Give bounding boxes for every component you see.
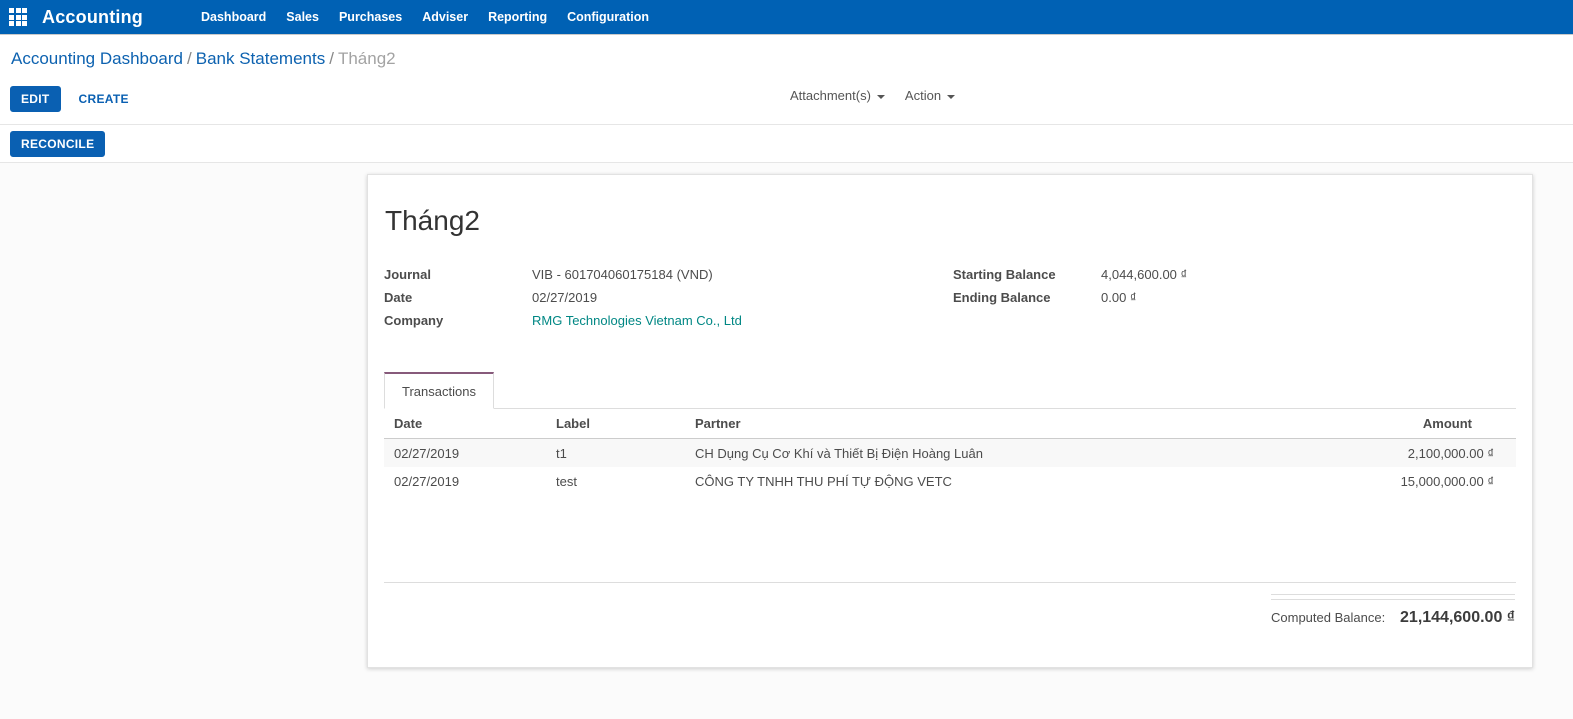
control-panel: Accounting Dashboard/Bank Statements/Thá… bbox=[0, 35, 1573, 125]
breadcrumb-item: Tháng2 bbox=[338, 49, 396, 68]
column-header-date[interactable]: Date bbox=[384, 409, 546, 439]
menu-item-purchases[interactable]: Purchases bbox=[339, 10, 402, 24]
cell-label: t1 bbox=[546, 439, 685, 468]
field-label: Ending Balance bbox=[953, 290, 1101, 305]
cell-amount: 2,100,000.00 ₫ bbox=[1275, 439, 1516, 468]
field-row: CompanyRMG Technologies Vietnam Co., Ltd bbox=[384, 313, 953, 328]
column-header-amount[interactable]: Amount bbox=[1275, 409, 1516, 439]
field-value: 0.00 ₫ bbox=[1101, 290, 1137, 305]
field-value[interactable]: RMG Technologies Vietnam Co., Ltd bbox=[532, 313, 742, 328]
breadcrumb-item[interactable]: Accounting Dashboard bbox=[11, 49, 183, 68]
reconcile-button[interactable]: RECONCILE bbox=[10, 131, 105, 157]
divider bbox=[1271, 599, 1515, 600]
tab-transactions[interactable]: Transactions bbox=[384, 372, 494, 409]
field-row: Starting Balance4,044,600.00 ₫ bbox=[953, 267, 1516, 282]
field-label: Date bbox=[384, 290, 532, 305]
top-menu: Dashboard Sales Purchases Adviser Reporting C… bbox=[191, 10, 659, 24]
breadcrumb: Accounting Dashboard/Bank Statements/Thá… bbox=[11, 48, 1573, 70]
cell-amount: 15,000,000.00 ₫ bbox=[1275, 467, 1516, 495]
cell-date: 02/27/2019 bbox=[384, 439, 546, 468]
column-header-label[interactable]: Label bbox=[546, 409, 685, 439]
apps-grid-icon[interactable] bbox=[9, 8, 27, 26]
tab-strip: Transactions bbox=[384, 372, 1516, 409]
column-header-partner[interactable]: Partner bbox=[685, 409, 1275, 439]
field-value: VIB - 601704060175184 (VND) bbox=[532, 267, 713, 282]
field-row: Date02/27/2019 bbox=[384, 290, 953, 305]
action-dropdown[interactable]: Action bbox=[905, 88, 955, 103]
top-navbar: Accounting Dashboard Sales Purchases Advise… bbox=[0, 0, 1573, 35]
field-group-left: JournalVIB - 601704060175184 (VND)Date02… bbox=[384, 267, 953, 336]
field-groups: JournalVIB - 601704060175184 (VND)Date02… bbox=[384, 267, 1516, 336]
edit-button[interactable]: EDIT bbox=[10, 86, 61, 112]
field-label: Starting Balance bbox=[953, 267, 1101, 282]
menu-item-configuration[interactable]: Configuration bbox=[567, 10, 649, 24]
notebook: Transactions DateLabelPartnerAmount 02/2… bbox=[384, 372, 1516, 583]
cell-date: 02/27/2019 bbox=[384, 467, 546, 495]
breadcrumb-separator: / bbox=[187, 49, 192, 68]
table-row[interactable]: 02/27/2019t1CH Dụng Cụ Cơ Khí và Thiết B… bbox=[384, 439, 1516, 468]
breadcrumb-item[interactable]: Bank Statements bbox=[196, 49, 325, 68]
table-header-row: DateLabelPartnerAmount bbox=[384, 409, 1516, 439]
computed-balance-label: Computed Balance: bbox=[1271, 610, 1385, 625]
transactions-table: DateLabelPartnerAmount 02/27/2019t1CH Dụ… bbox=[384, 409, 1516, 583]
field-row: Ending Balance0.00 ₫ bbox=[953, 290, 1516, 305]
create-button[interactable]: CREATE bbox=[75, 87, 133, 111]
field-group-right: Starting Balance4,044,600.00 ₫Ending Bal… bbox=[953, 267, 1516, 336]
field-row: JournalVIB - 601704060175184 (VND) bbox=[384, 267, 953, 282]
app-title: Accounting bbox=[42, 7, 143, 28]
caret-down-icon bbox=[947, 95, 955, 99]
field-value: 02/27/2019 bbox=[532, 290, 597, 305]
caret-down-icon bbox=[877, 95, 885, 99]
table-body: 02/27/2019t1CH Dụng Cụ Cơ Khí và Thiết B… bbox=[384, 439, 1516, 496]
table-row[interactable]: 02/27/2019testCÔNG TY TNHH THU PHÍ TỰ ĐỘ… bbox=[384, 467, 1516, 495]
attachments-dropdown-label: Attachment(s) bbox=[790, 88, 871, 103]
field-label: Journal bbox=[384, 267, 532, 282]
sheet-footer: Computed Balance: 21,144,600.00 ₫ bbox=[384, 590, 1516, 627]
form-sheet: Tháng2 JournalVIB - 601704060175184 (VND… bbox=[367, 174, 1533, 668]
field-label: Company bbox=[384, 313, 532, 328]
record-title: Tháng2 bbox=[385, 205, 1516, 237]
form-statusbar: RECONCILE bbox=[0, 125, 1573, 163]
computed-balance-value: 21,144,600.00 ₫ bbox=[1400, 609, 1515, 627]
breadcrumb-separator: / bbox=[329, 49, 334, 68]
attachments-dropdown[interactable]: Attachment(s) bbox=[790, 88, 885, 103]
control-panel-buttons: EDIT CREATE Attachment(s) Action bbox=[10, 85, 1573, 112]
sidebar-dropdowns: Attachment(s) Action bbox=[790, 88, 955, 103]
cell-partner: CÔNG TY TNHH THU PHÍ TỰ ĐỘNG VETC bbox=[685, 467, 1275, 495]
computed-balance-block: Computed Balance: 21,144,600.00 ₫ bbox=[1271, 590, 1515, 627]
field-value: 4,044,600.00 ₫ bbox=[1101, 267, 1187, 282]
form-view: Tháng2 JournalVIB - 601704060175184 (VND… bbox=[0, 163, 1573, 688]
divider bbox=[1271, 594, 1515, 595]
cell-partner: CH Dụng Cụ Cơ Khí và Thiết Bị Điện Hoàng… bbox=[685, 439, 1275, 468]
action-dropdown-label: Action bbox=[905, 88, 941, 103]
menu-item-adviser[interactable]: Adviser bbox=[422, 10, 468, 24]
menu-item-sales[interactable]: Sales bbox=[286, 10, 319, 24]
menu-item-reporting[interactable]: Reporting bbox=[488, 10, 547, 24]
table-empty-area bbox=[384, 495, 1516, 582]
cell-label: test bbox=[546, 467, 685, 495]
menu-item-dashboard[interactable]: Dashboard bbox=[201, 10, 266, 24]
